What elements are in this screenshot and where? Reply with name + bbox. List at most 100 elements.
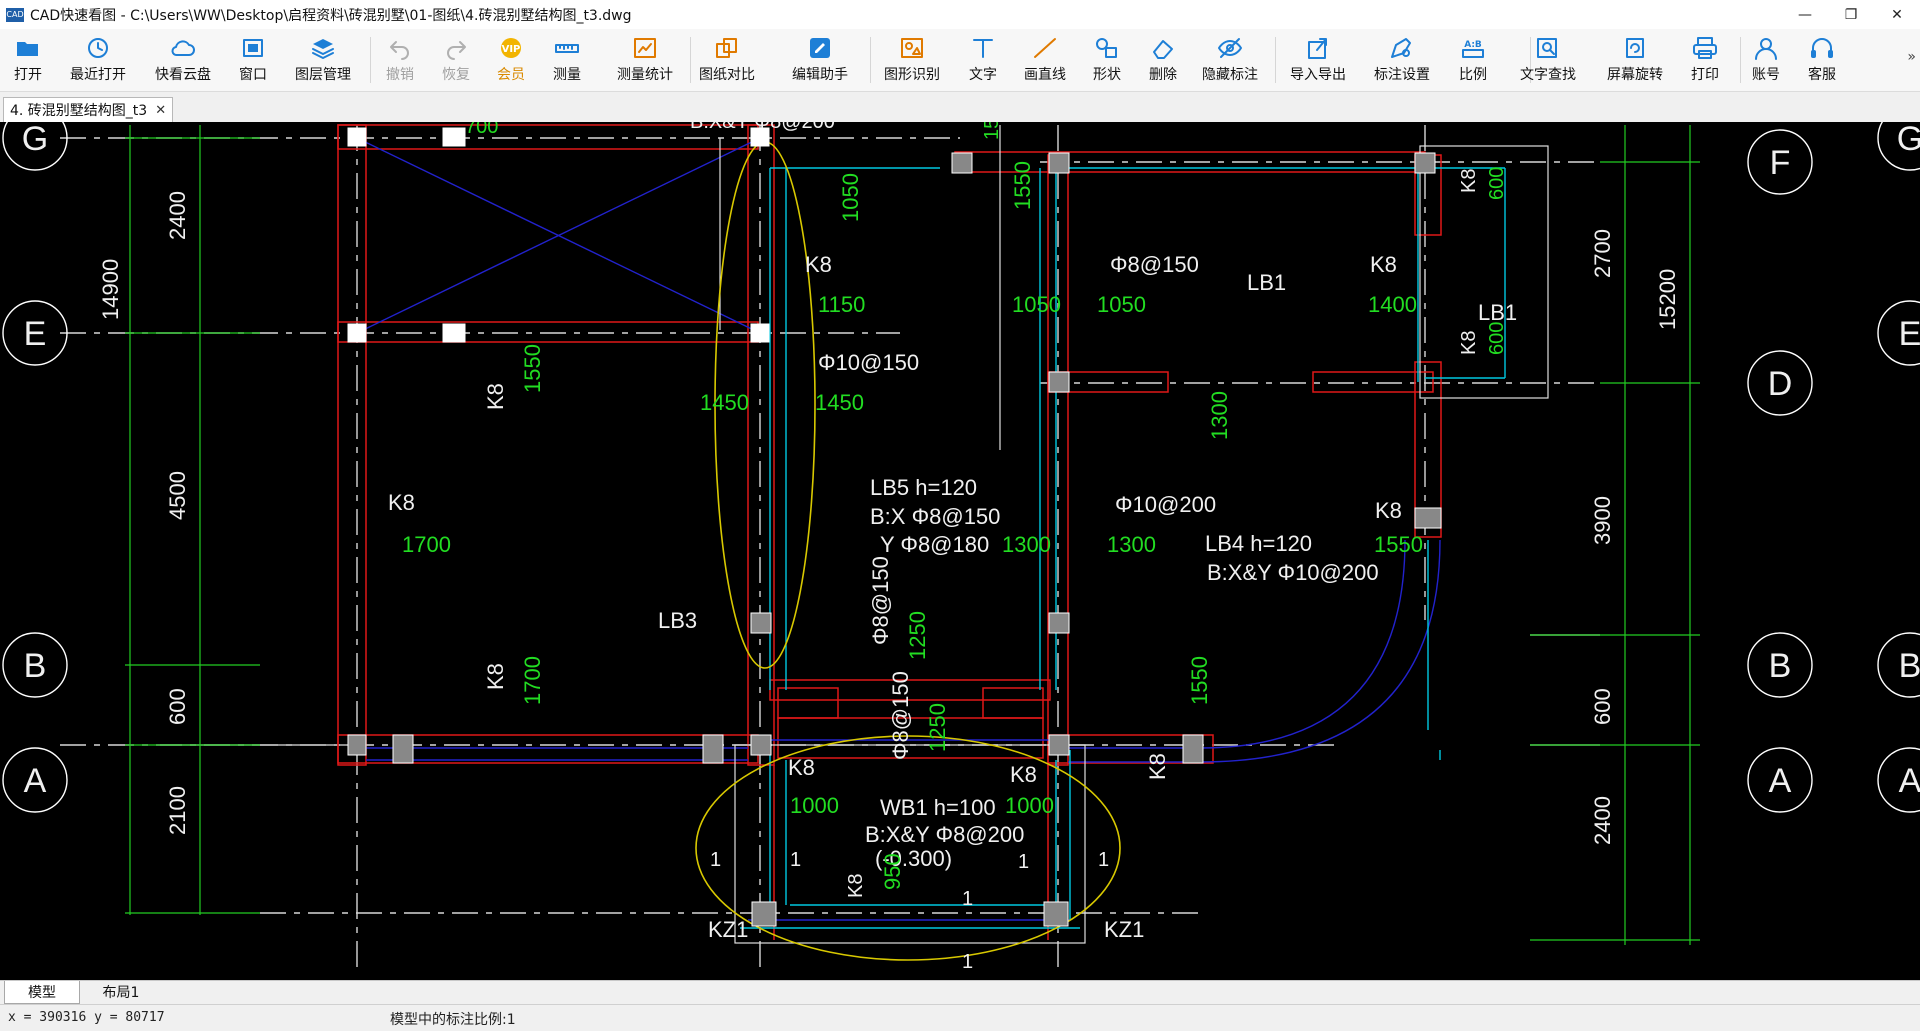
cad-annotation: 1050 <box>1012 292 1061 317</box>
cad-annotation: 1000 <box>1005 793 1054 818</box>
toolbar-button-eye-hide[interactable]: 隐藏标注 <box>1200 35 1260 87</box>
cloud-icon <box>169 35 197 61</box>
toolbar-button-label: 打开 <box>14 67 42 83</box>
toolbar-button-layers[interactable]: 图层管理 <box>293 35 353 87</box>
window-icon <box>239 35 267 61</box>
toolbar-button-measure-stats[interactable]: 测量统计 <box>615 35 675 87</box>
eye-hide-icon <box>1216 35 1244 61</box>
cad-annotation: 2400 <box>165 191 190 240</box>
cad-annotation: KZ1 <box>708 917 748 942</box>
toolbar-button-ruler[interactable]: 测量 <box>537 35 597 87</box>
user-icon <box>1752 35 1780 61</box>
layout-tab-bar: 模型 布局1 <box>0 980 1920 1005</box>
toolbar-button-clock[interactable]: 最近打开 <box>68 35 128 87</box>
toolbar-button-window[interactable]: 窗口 <box>223 35 283 87</box>
toolbar-button-label: 图纸对比 <box>699 67 755 83</box>
toolbar-button-redo[interactable]: 恢复 <box>426 35 486 87</box>
toolbar-button-edit-assistant[interactable]: 编辑助手 <box>790 35 850 87</box>
toolbar-button-undo[interactable]: 撤销 <box>370 35 430 87</box>
import-export-icon <box>1304 35 1332 61</box>
toolbar-button-annotation-settings[interactable]: 标注设置 <box>1372 35 1432 87</box>
toolbar-button-label: 编辑助手 <box>792 67 848 83</box>
cad-annotation: 1550 <box>1010 161 1035 210</box>
cad-annotation: 2400 <box>1590 796 1615 845</box>
cad-annotation: 1 <box>962 888 973 910</box>
cad-annotation: 1150 <box>818 292 865 317</box>
folder-open-icon <box>14 35 42 61</box>
toolbar-button-label: 恢复 <box>442 67 470 83</box>
close-button[interactable]: ✕ <box>1874 0 1920 29</box>
toolbar-button-label: 画直线 <box>1024 67 1066 83</box>
cad-annotation: B:X&Y Φ8@200 <box>690 122 835 133</box>
cad-annotation: 4500 <box>165 471 190 520</box>
layers-icon <box>309 35 337 61</box>
cad-annotation: Φ10@200 <box>1115 492 1216 517</box>
headset-icon <box>1808 35 1836 61</box>
toolbar-button-label: 账号 <box>1752 67 1780 83</box>
scale-icon: A:B <box>1459 35 1487 61</box>
cad-annotation: K8 <box>388 490 415 515</box>
tab-layout1[interactable]: 布局1 <box>86 981 156 1003</box>
toolbar-button-label: 导入导出 <box>1290 67 1346 83</box>
toolbar-button-rotate-screen[interactable]: 屏幕旋转 <box>1605 35 1665 87</box>
toolbar-button-compare[interactable]: 图纸对比 <box>697 35 757 87</box>
toolbar-button-folder-open[interactable]: 打开 <box>0 35 58 87</box>
cad-annotation: 600 <box>1486 322 1508 355</box>
cad-annotation: 1 <box>1098 849 1109 871</box>
toolbar-button-shape-recognition[interactable]: 图形识别 <box>882 35 942 87</box>
cad-annotation: WB1 h=100 <box>880 795 996 820</box>
cad-annotation: 1 <box>962 951 973 973</box>
toolbar-button-scale[interactable]: A:B 比例 <box>1443 35 1503 87</box>
printer-icon <box>1691 35 1719 61</box>
cad-annotation: 1400 <box>1368 292 1417 317</box>
toolbar-button-label: 删除 <box>1149 67 1177 83</box>
cad-annotation: 1250 <box>905 611 930 660</box>
cad-annotation: B <box>1899 647 1920 685</box>
toolbar-button-label: 图形识别 <box>884 67 940 83</box>
cad-annotation: K8 <box>1458 331 1480 355</box>
svg-text:VIP: VIP <box>502 44 521 55</box>
toolbar-button-text-search[interactable]: 文字查找 <box>1518 35 1578 87</box>
cad-annotation: G <box>22 122 48 158</box>
toolbar-button-headset[interactable]: 客服 <box>1792 35 1852 87</box>
measure-stats-icon <box>631 35 659 61</box>
toolbar-button-vip[interactable]: VIP 会员 <box>481 35 541 87</box>
cad-annotation: 2700 <box>1590 229 1615 278</box>
cad-annotation: K8 <box>1458 169 1480 193</box>
cad-annotation: 1300 <box>1107 532 1156 557</box>
minimize-button[interactable]: — <box>1782 0 1828 29</box>
document-tab-label: 4. 砖混别墅结构图_t3 <box>10 103 148 119</box>
drawing-canvas[interactable]: G E B A F D B A G E B A 2400 14900 4500 600 2100 2700 1520… <box>0 122 1920 980</box>
toolbar-overflow-button[interactable]: » <box>1907 49 1916 65</box>
cad-annotation: F <box>1770 144 1791 182</box>
rotate-screen-icon <box>1621 35 1649 61</box>
status-bar: x = 390316 y = 80717 模型中的标注比例:1 <box>0 1004 1920 1031</box>
maximize-button[interactable]: ❐ <box>1828 0 1874 29</box>
window-title: CAD快速看图 - C:\Users\WW\Desktop\启程资料\砖混别墅\… <box>30 7 632 24</box>
shapes-icon <box>1093 35 1121 61</box>
cad-annotation: K8 <box>483 383 508 410</box>
toolbar-button-user[interactable]: 账号 <box>1736 35 1796 87</box>
toolbar-button-import-export[interactable]: 导入导出 <box>1288 35 1348 87</box>
cad-annotation: LB4 h=120 <box>1205 531 1312 556</box>
toolbar-button-line[interactable]: 画直线 <box>1015 35 1075 87</box>
cad-annotation: 1450 <box>815 390 864 415</box>
cad-annotation: K8 <box>1145 753 1170 780</box>
cad-annotation: 2100 <box>165 786 190 835</box>
tab-model[interactable]: 模型 <box>4 981 80 1004</box>
cad-annotation: 1700 <box>520 656 545 705</box>
toolbar-button-shapes[interactable]: 形状 <box>1077 35 1137 87</box>
tab-close-icon[interactable]: ✕ <box>155 103 166 118</box>
toolbar-button-text[interactable]: 文字 <box>953 35 1013 87</box>
toolbar-button-label: 撤销 <box>386 67 414 83</box>
toolbar-button-eraser[interactable]: 删除 <box>1133 35 1193 87</box>
line-icon <box>1031 35 1059 61</box>
toolbar-button-label: 会员 <box>497 67 525 83</box>
toolbar-button-cloud[interactable]: 快看云盘 <box>153 35 213 87</box>
toolbar-button-printer[interactable]: 打印 <box>1675 35 1735 87</box>
cad-annotation: 1050 <box>838 173 863 222</box>
document-tab[interactable]: 4. 砖混别墅结构图_t3 ✕ <box>3 97 174 122</box>
toolbar-button-label: 屏幕旋转 <box>1607 67 1663 83</box>
cad-annotation: K8 <box>805 252 832 277</box>
cad-annotation: A <box>1899 762 1920 800</box>
